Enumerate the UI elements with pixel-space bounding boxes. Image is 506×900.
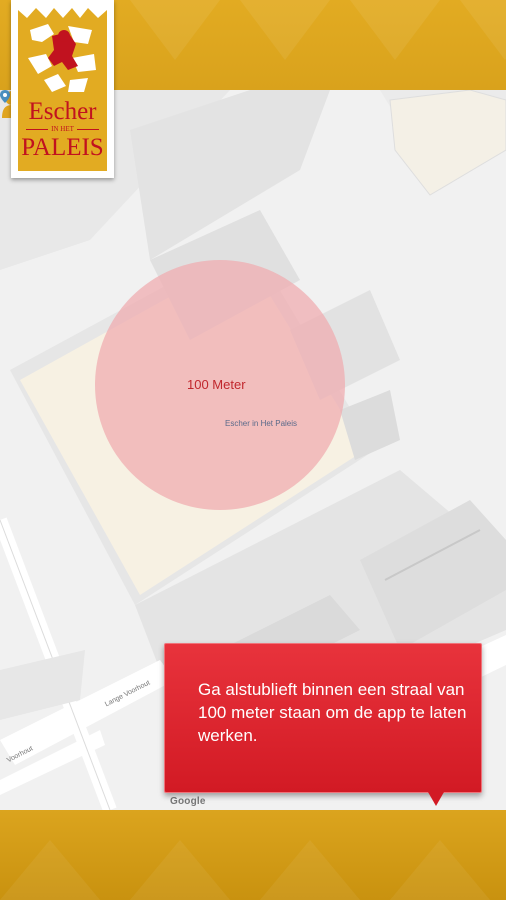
logo-emblem-icon <box>18 0 107 92</box>
tooltip-pointer <box>428 792 444 806</box>
radius-label: 100 Meter <box>187 377 246 392</box>
location-warning-message: Ga alstublieft binnen een straal van 100… <box>198 680 467 745</box>
escher-logo[interactable]: Escher IN HET PALEIS <box>11 0 114 178</box>
google-attribution[interactable]: Google <box>170 796 206 807</box>
place-pin-icon[interactable] <box>0 90 10 103</box>
google-logo-text: Google <box>170 796 206 807</box>
bottom-banner <box>0 810 506 900</box>
logo-panel: Escher IN HET PALEIS <box>18 0 107 171</box>
logo-text-escher: Escher <box>28 98 97 125</box>
logo-text-paleis: PALEIS <box>21 134 104 161</box>
logo-text-inhet-wrap: IN HET <box>26 124 99 134</box>
location-warning-tooltip: Ga alstublieft binnen een straal van 100… <box>164 643 482 793</box>
logo-rule-right <box>77 129 99 130</box>
place-label[interactable]: Escher in Het Paleis <box>225 419 297 428</box>
